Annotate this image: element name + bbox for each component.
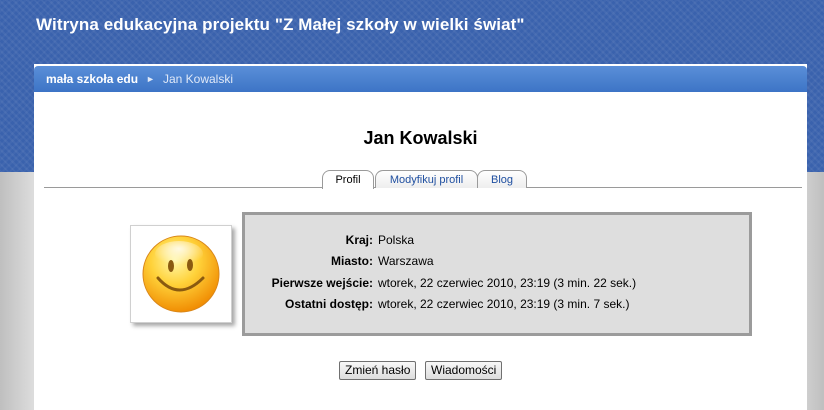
breadcrumb: mała szkoła edu ► Jan Kowalski bbox=[34, 66, 807, 92]
info-row-city: Miasto: Warszawa bbox=[245, 254, 749, 270]
info-row-last-access: Ostatni dostęp: wtorek, 22 czerwiec 2010… bbox=[245, 297, 749, 313]
info-value: Warszawa bbox=[378, 254, 434, 268]
info-value: wtorek, 22 czerwiec 2010, 23:19 (3 min. … bbox=[378, 276, 637, 290]
tab-modyfikuj-profil[interactable]: Modyfikuj profil bbox=[375, 170, 478, 188]
smiley-icon bbox=[142, 235, 220, 313]
change-password-button[interactable]: Zmień hasło bbox=[339, 361, 417, 380]
breadcrumb-separator-icon: ► bbox=[146, 74, 155, 84]
info-row-first-access: Pierwsze wejście: wtorek, 22 czerwiec 20… bbox=[245, 276, 749, 292]
site-title: Witryna edukacyjna projektu "Z Małej szk… bbox=[36, 15, 525, 34]
info-label: Kraj: bbox=[345, 233, 373, 247]
info-label: Pierwsze wejście: bbox=[271, 276, 373, 290]
profile-info-box: Kraj: Polska Miasto: Warszawa Pierwsze w… bbox=[242, 212, 752, 336]
breadcrumb-home-link[interactable]: mała szkoła edu bbox=[46, 72, 138, 86]
main-content: mała szkoła edu ► Jan Kowalski Jan Kowal… bbox=[34, 64, 807, 410]
info-value: Polska bbox=[378, 233, 415, 247]
info-row-country: Kraj: Polska bbox=[245, 233, 749, 249]
avatar bbox=[130, 225, 232, 323]
page-title: Jan Kowalski bbox=[363, 128, 478, 148]
tab-blog[interactable]: Blog bbox=[477, 170, 527, 188]
info-label: Miasto: bbox=[331, 254, 373, 268]
tab-profil[interactable]: Profil bbox=[322, 170, 374, 189]
info-value: wtorek, 22 czerwiec 2010, 23:19 (3 min. … bbox=[378, 297, 630, 311]
messages-button[interactable]: Wiadomości bbox=[425, 361, 503, 380]
breadcrumb-current: Jan Kowalski bbox=[162, 72, 233, 86]
info-label: Ostatni dostęp: bbox=[284, 297, 373, 311]
